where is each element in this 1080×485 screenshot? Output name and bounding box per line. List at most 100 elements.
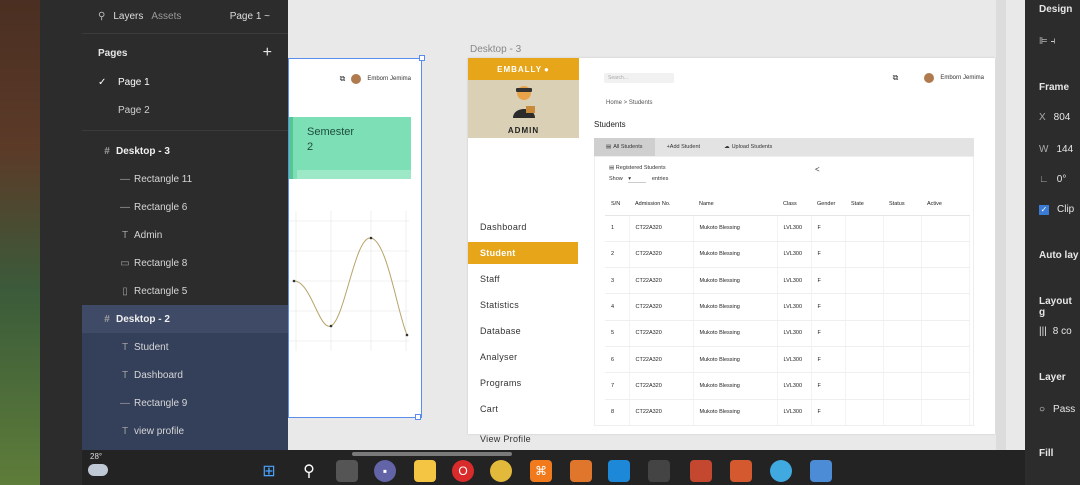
canvas-scroll-track[interactable]	[996, 0, 1006, 450]
nav-analyser[interactable]: Analyser	[468, 346, 579, 368]
cell-status	[883, 320, 922, 347]
tab-upload-students[interactable]: ☁ Upload Students	[712, 138, 784, 156]
frame-desktop-2[interactable]: ⧉ Emborn Jemima Semester 2	[288, 58, 422, 418]
canvas-scrollbar[interactable]	[352, 452, 512, 456]
xampp-icon[interactable]: ⌘	[530, 460, 552, 482]
frame-desktop-3[interactable]: EMBALLY ● ADMIN Dashboard Student Staff	[468, 58, 995, 444]
chrome-icon[interactable]	[490, 460, 512, 482]
weather-icon[interactable]	[88, 464, 108, 476]
table-row[interactable]: 3 CT22A320 Mukoto Blessing LVL300 F	[605, 267, 970, 295]
layer-rectangle-5[interactable]: ▯ Rectangle 5	[82, 277, 288, 305]
app-icon[interactable]	[810, 460, 832, 482]
rectangle-icon: ▭	[120, 257, 130, 269]
frame-label[interactable]: Desktop - 3	[470, 44, 521, 55]
tab-add-student[interactable]: +Add Student	[655, 138, 713, 156]
layer-dashboard[interactable]: T Dashboard	[82, 361, 288, 389]
nav-statistics[interactable]: Statistics	[468, 294, 579, 316]
app-icon[interactable]	[730, 460, 752, 482]
teams-icon[interactable]: ▪	[374, 460, 396, 482]
w-field[interactable]: W 144	[1039, 144, 1073, 155]
col-class[interactable]: Class	[777, 193, 811, 216]
nav-staff[interactable]: Staff	[468, 268, 579, 290]
layer-view-profile[interactable]: T view profile	[82, 417, 288, 445]
design-tab[interactable]: Design	[1039, 4, 1072, 15]
table-row[interactable]: 2 CT22A320 Mukoto Blessing LVL300 F	[605, 241, 970, 269]
nav-dashboard[interactable]: Dashboard	[468, 216, 579, 238]
col-active[interactable]: Active	[921, 193, 970, 216]
tab-assets[interactable]: Assets	[151, 11, 181, 22]
terminal-icon[interactable]	[648, 460, 670, 482]
table-row[interactable]: 7 CT22A320 Mukoto Blessing LVL300 F	[605, 372, 970, 400]
table-row[interactable]: 8 CT22A320 Mukoto Blessing LVL300 F	[605, 399, 970, 426]
col-sn[interactable]: S/N	[605, 193, 629, 216]
tab-layers[interactable]: Layers	[113, 11, 143, 22]
resize-handle[interactable]	[415, 414, 421, 420]
blend-mode[interactable]: ○ Pass	[1039, 404, 1075, 415]
cell-gender: F	[811, 372, 846, 400]
window-edge	[40, 0, 82, 485]
page-item-2[interactable]: Page 2	[82, 96, 288, 124]
windows-start-icon[interactable]: ⊞	[258, 460, 280, 482]
table-row[interactable]: 5 CT22A320 Mukoto Blessing LVL300 F	[605, 320, 970, 347]
col-status[interactable]: Status	[883, 193, 921, 216]
entries-select[interactable]: ▾	[628, 176, 647, 183]
col-name[interactable]: Name	[693, 193, 777, 216]
pages-heading: Pages +	[82, 38, 288, 68]
grid-columns[interactable]: ||| 8 co	[1039, 326, 1072, 337]
search-input[interactable]: Search...	[604, 73, 674, 83]
nav-view-profile[interactable]: View Profile	[468, 428, 579, 450]
cell-class: LVL300	[777, 399, 812, 426]
tab-all-students[interactable]: ▤ All Students	[594, 138, 655, 156]
nav-cart[interactable]: Cart	[468, 398, 579, 420]
layer-rectangle-8[interactable]: ▭ Rectangle 8	[82, 249, 288, 277]
text-icon: T	[121, 229, 129, 241]
add-page-button[interactable]: +	[263, 44, 272, 62]
page-selector[interactable]: Page 1 ~	[230, 11, 270, 22]
layer-rectangle-9[interactable]: — Rectangle 9	[82, 389, 288, 417]
rotation-field[interactable]: ∟ 0°	[1039, 174, 1066, 185]
align-icon[interactable]: ⊫ ⫞	[1039, 36, 1056, 47]
file-explorer-icon[interactable]	[414, 460, 436, 482]
layer-frame-desktop-2[interactable]: # Desktop - 2	[82, 305, 288, 333]
layer-frame-desktop-3[interactable]: # Desktop - 3	[82, 137, 288, 165]
canvas[interactable]: ⧉ Emborn Jemima Semester 2 Desktop - 3 E…	[288, 0, 1025, 450]
layer-admin[interactable]: T Admin	[82, 221, 288, 249]
col-state[interactable]: State	[845, 193, 883, 216]
col-admission[interactable]: Admission No.	[629, 193, 693, 216]
col-gender[interactable]: Gender	[811, 193, 845, 216]
w-value: 144	[1056, 144, 1074, 155]
cell-name: Mukoto Blessing	[693, 293, 778, 321]
nav-student[interactable]: Student	[468, 242, 578, 264]
layer-rectangle-11[interactable]: — Rectangle 11	[82, 165, 288, 193]
table-row[interactable]: 1 CT22A320 Mukoto Blessing LVL300 F	[605, 215, 970, 242]
prev-arrow[interactable]: <	[815, 165, 820, 174]
cell-active	[921, 215, 970, 242]
table-row[interactable]: 6 CT22A320 Mukoto Blessing LVL300 F	[605, 346, 970, 374]
resize-handle[interactable]	[419, 55, 425, 61]
task-view-icon[interactable]	[336, 460, 358, 482]
x-field[interactable]: X 804	[1039, 112, 1070, 123]
nav-programs[interactable]: Programs	[468, 372, 579, 394]
user-menu[interactable]: ⧉ Emborn Jemima	[893, 73, 984, 83]
export-icon[interactable]: ⧉	[893, 73, 899, 83]
app-icon[interactable]	[570, 460, 592, 482]
check-icon: ✓	[98, 76, 107, 88]
search-icon[interactable]: ⚲	[298, 460, 320, 482]
search-icon[interactable]: ⚲	[98, 11, 105, 22]
nav-database[interactable]: Database	[468, 320, 579, 342]
opera-icon[interactable]: O	[452, 460, 474, 482]
cell-active	[921, 346, 970, 374]
app-icon[interactable]	[770, 460, 792, 482]
clip-content-checkbox[interactable]: ✓ Clip	[1039, 204, 1074, 215]
auto-layout-heading: Auto lay	[1039, 250, 1079, 261]
figma-icon[interactable]	[690, 460, 712, 482]
vscode-icon[interactable]	[608, 460, 630, 482]
avatar[interactable]	[924, 73, 935, 83]
line-chart	[289, 211, 409, 351]
layer-student[interactable]: T Student	[82, 333, 288, 361]
page-item-1[interactable]: ✓ Page 1	[82, 68, 288, 96]
layer-heading: Layer	[1039, 372, 1066, 383]
frame-icon: #	[104, 313, 110, 325]
table-row[interactable]: 4 CT22A320 Mukoto Blessing LVL300 F	[605, 293, 970, 321]
layer-rectangle-6[interactable]: — Rectangle 6	[82, 193, 288, 221]
